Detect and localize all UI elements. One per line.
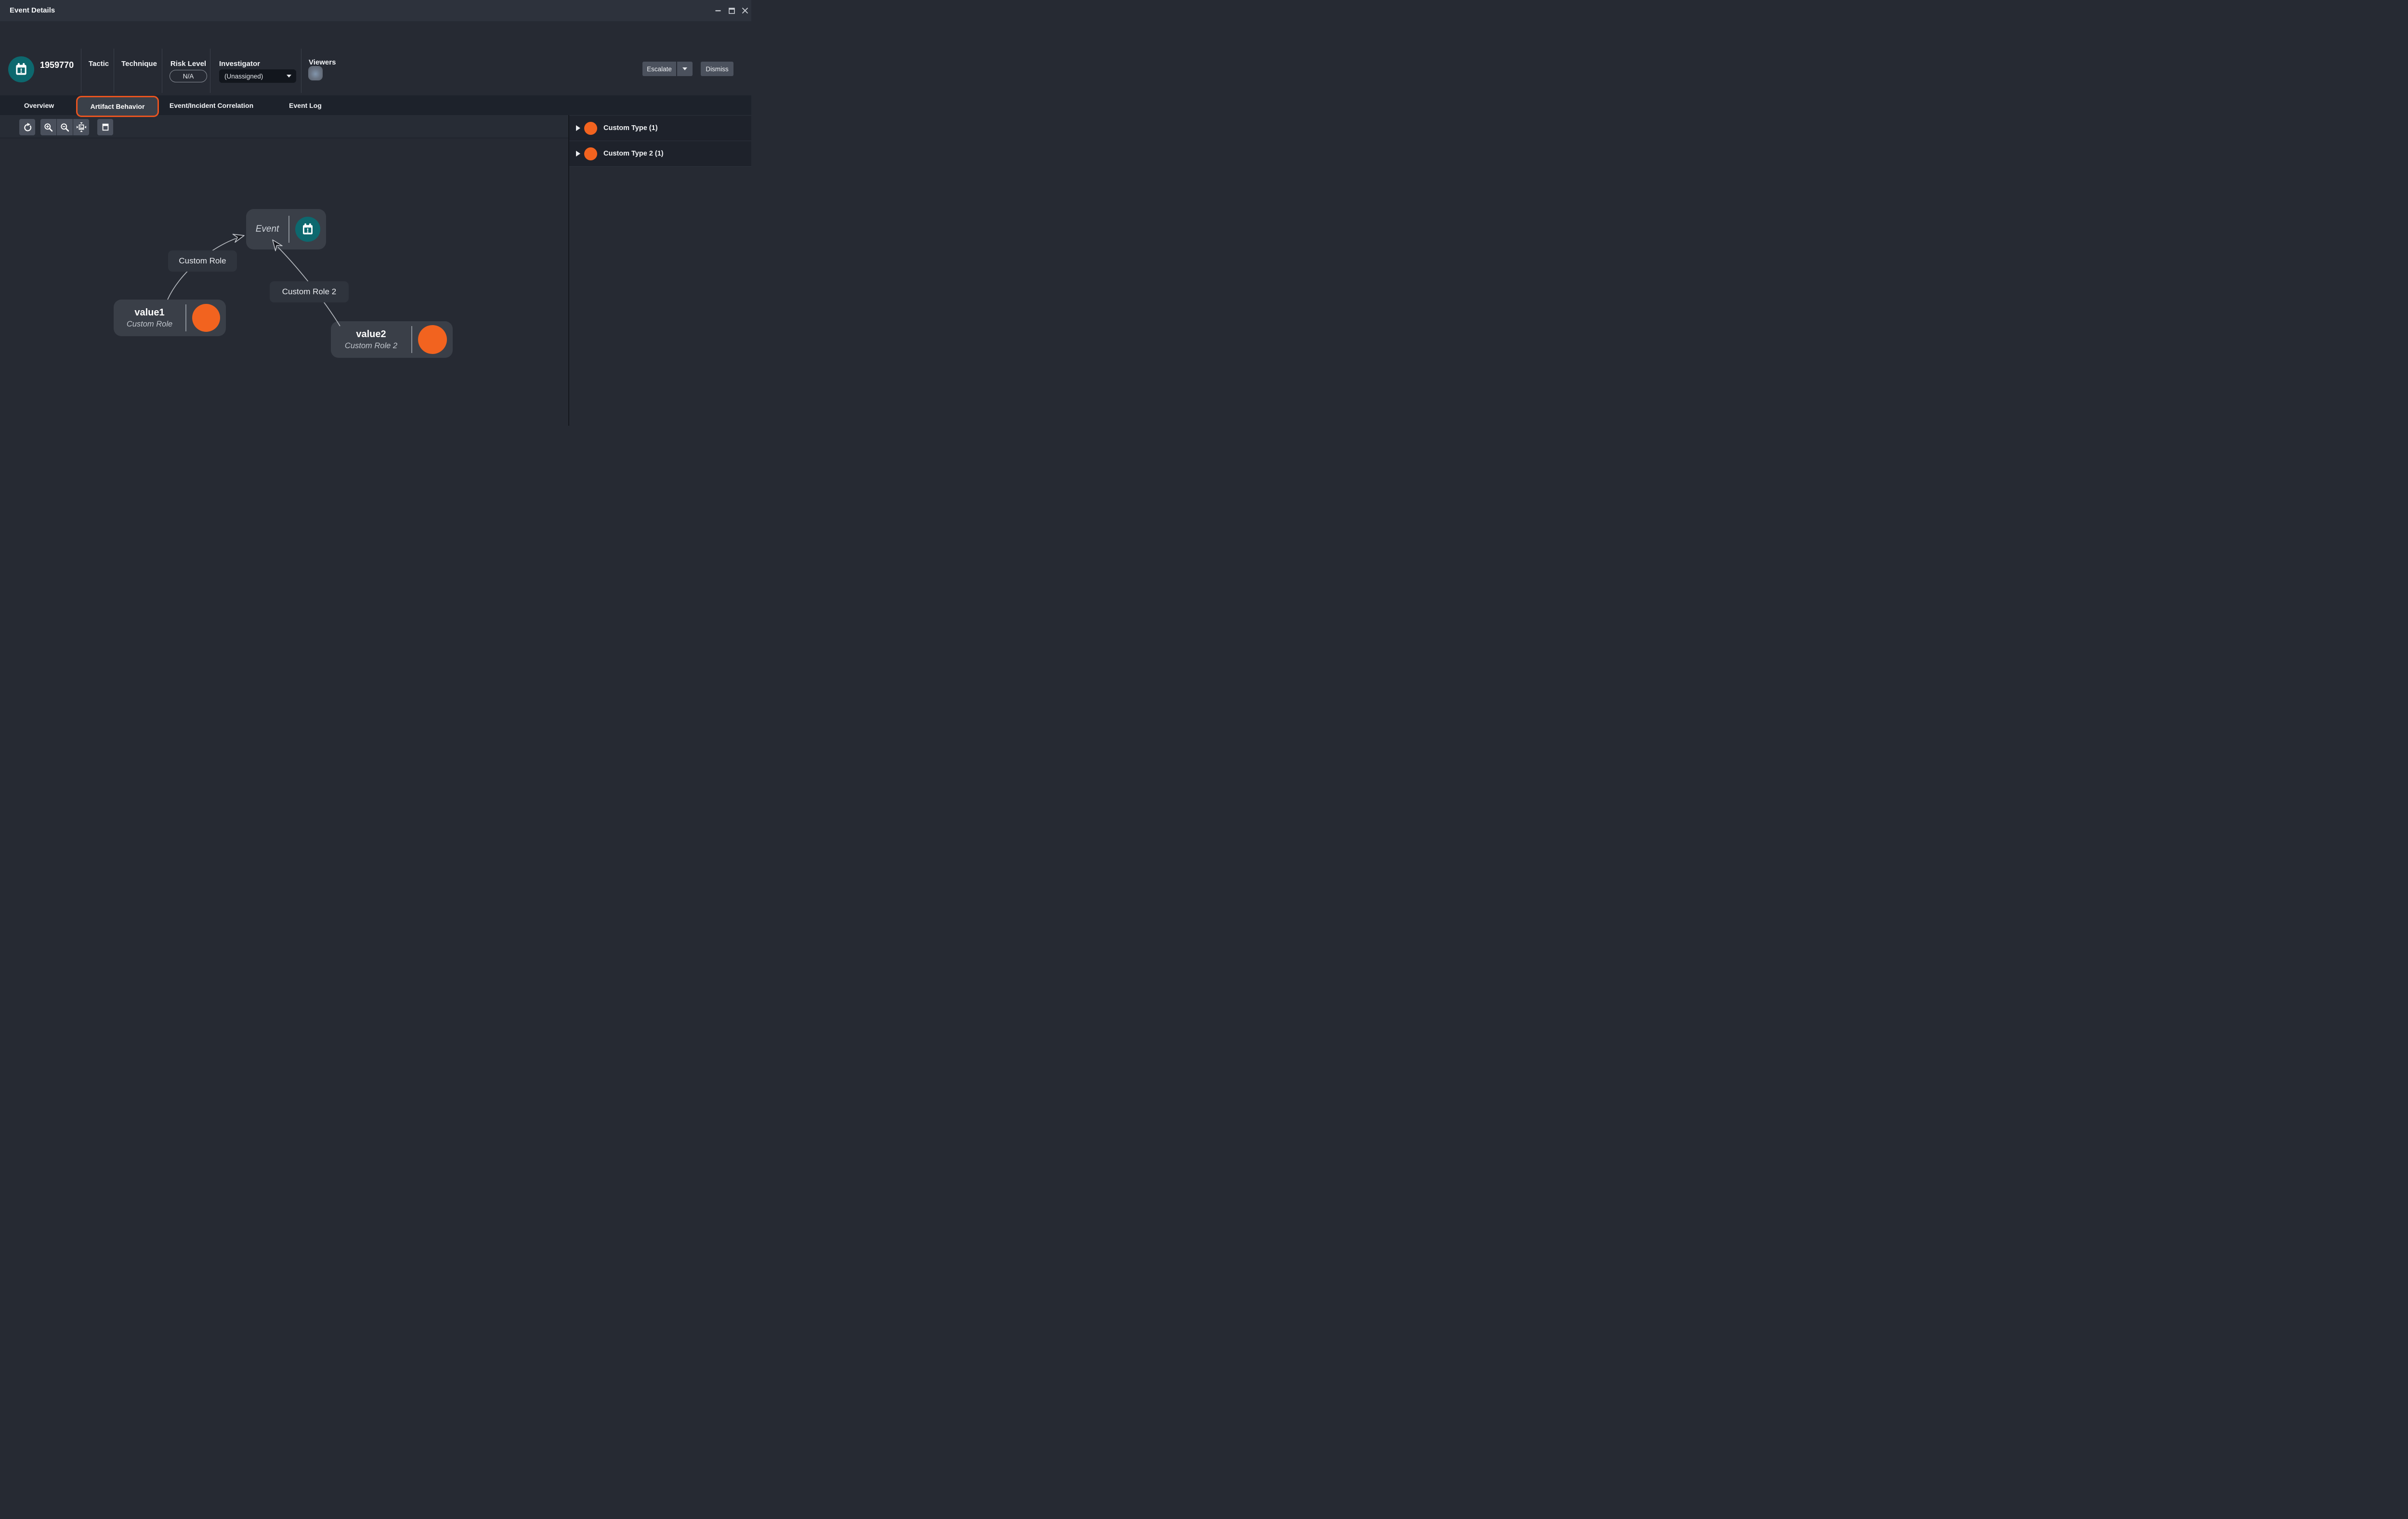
risk-level-value: N/A	[170, 70, 207, 82]
viewer-avatar	[308, 66, 323, 80]
header-actions: Escalate Dismiss	[642, 62, 733, 76]
investigator-label: Investigator	[219, 60, 260, 68]
maximize-icon	[729, 8, 735, 14]
tactic-label: Tactic	[87, 60, 110, 68]
zoom-to-fit-icon	[76, 122, 87, 132]
dismiss-button[interactable]: Dismiss	[701, 62, 733, 76]
node-value2-title: value2	[331, 329, 411, 340]
panel-group-label: Custom Type (1)	[603, 124, 658, 132]
event-header: 1959770 Tactic Technique Risk Level N/A …	[0, 21, 751, 95]
maximize-button[interactable]	[726, 6, 737, 15]
artifact-type-panel: Custom Type (1) Custom Type 2 (1)	[568, 115, 751, 426]
viewers-label: Viewers	[309, 58, 336, 66]
tab-overview[interactable]: Overview	[18, 95, 60, 115]
chevron-down-icon	[287, 75, 291, 78]
graph-node-event[interactable]: Event	[246, 209, 326, 249]
tab-bar: Overview Artifact Behavior Event/Inciden…	[0, 95, 751, 115]
refresh-button[interactable]	[19, 119, 35, 135]
tab-event-incident-correlation[interactable]: Event/Incident Correlation	[169, 95, 254, 115]
calendar-alert-icon	[301, 222, 315, 236]
artifact-dot-icon	[418, 325, 447, 354]
close-icon	[742, 8, 748, 13]
artifact-dot-icon	[584, 122, 597, 135]
node-divider	[411, 326, 412, 353]
node-value1-title: value1	[114, 307, 185, 318]
artifact-dot-icon	[192, 304, 220, 332]
zoom-out-icon	[60, 122, 70, 132]
minimize-icon	[715, 8, 721, 13]
graph-node-value2[interactable]: value2 Custom Role 2	[331, 321, 453, 358]
node-event-label: Event	[256, 224, 279, 234]
escalate-menu-button[interactable]	[677, 62, 693, 76]
tab-event-log[interactable]: Event Log	[284, 95, 327, 115]
node-divider	[288, 216, 289, 243]
node-divider	[185, 304, 186, 331]
calendar-alert-icon	[13, 62, 29, 77]
event-details-window: Event Details 1959770 Tactic Technique	[0, 0, 751, 426]
graph-node-value1[interactable]: value1 Custom Role	[114, 300, 226, 336]
investigator-dropdown[interactable]: (Unassigned)	[219, 69, 296, 83]
zoom-in-icon	[43, 122, 53, 132]
window-title: Event Details	[10, 6, 55, 14]
zoom-in-button[interactable]	[40, 119, 56, 135]
technique-label: Technique	[119, 60, 159, 68]
node-value2-role: Custom Role 2	[331, 341, 411, 351]
edge-label-custom-role: Custom Role	[168, 250, 237, 272]
graph-toolbar	[0, 115, 568, 138]
zoom-out-button[interactable]	[57, 119, 73, 135]
overview-map-icon	[101, 122, 110, 132]
graph-canvas[interactable]: Event value1 Custom Role	[0, 138, 568, 426]
node-value1-role: Custom Role	[114, 320, 185, 329]
minimize-button[interactable]	[713, 6, 723, 15]
overview-map-button[interactable]	[97, 119, 113, 135]
event-id: 1959770	[40, 60, 74, 70]
tab-artifact-behavior[interactable]: Artifact Behavior	[76, 96, 159, 117]
escalate-button[interactable]: Escalate	[642, 62, 676, 76]
zoom-to-fit-button[interactable]	[73, 119, 89, 135]
panel-group-custom-type[interactable]: Custom Type (1)	[569, 115, 751, 141]
expand-arrow-icon[interactable]	[576, 125, 581, 131]
panel-group-custom-type-2[interactable]: Custom Type 2 (1)	[569, 141, 751, 167]
event-node-icon	[295, 217, 320, 242]
event-type-icon	[8, 56, 34, 82]
chevron-down-icon	[682, 67, 687, 70]
edge-label-custom-role-2: Custom Role 2	[270, 281, 349, 302]
risk-level-label: Risk Level	[170, 60, 207, 68]
close-button[interactable]	[740, 6, 750, 15]
expand-arrow-icon[interactable]	[576, 151, 581, 157]
edge-custom-role-arrowhead	[233, 234, 244, 242]
panel-group-label: Custom Type 2 (1)	[603, 150, 664, 157]
artifact-dot-icon	[584, 147, 597, 160]
refresh-icon	[22, 122, 33, 132]
titlebar: Event Details	[0, 0, 751, 21]
investigator-value: (Unassigned)	[219, 73, 287, 80]
